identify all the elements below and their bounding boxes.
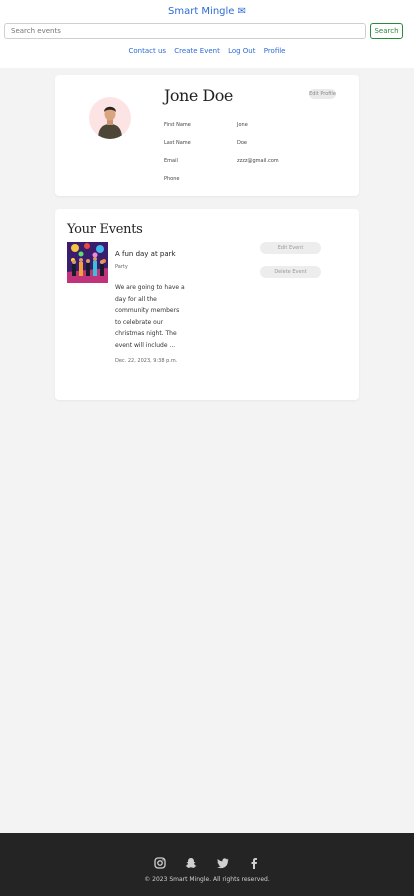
event-description: We are going to have a day for all the c… [115, 284, 185, 349]
delete-event-button[interactable]: Delete Event [260, 266, 321, 278]
profile-name: Jone Doe [164, 86, 233, 105]
instagram-icon[interactable] [154, 854, 167, 869]
event-image[interactable] [67, 242, 108, 283]
nav-log-out[interactable]: Log Out [228, 47, 255, 55]
copyright-text: © 2023 Smart Mingle. All rights reserved… [144, 876, 270, 883]
edit-profile-button[interactable]: Edit Profile [309, 89, 336, 99]
nav-contact-us[interactable]: Contact us [129, 47, 167, 55]
brand-title[interactable]: Smart Mingle ✉ [0, 6, 414, 17]
edit-event-button[interactable]: Edit Event [260, 242, 321, 254]
main-nav: Contact us Create Event Log Out Profile [0, 47, 414, 55]
twitter-icon[interactable] [216, 854, 229, 868]
avatar [89, 97, 131, 139]
events-card: Your Events A fun day at park Party We a… [55, 209, 359, 400]
nav-create-event[interactable]: Create Event [174, 47, 220, 55]
search-input[interactable] [4, 23, 366, 39]
events-title: Your Events [67, 222, 143, 237]
site-footer: © 2023 Smart Mingle. All rights reserved… [0, 833, 414, 896]
site-header: Smart Mingle ✉ Search Contact us Create … [0, 0, 414, 68]
facebook-icon[interactable] [248, 854, 260, 869]
snapchat-icon[interactable] [185, 854, 197, 868]
search-button[interactable]: Search [370, 23, 403, 39]
event-category: Party [115, 264, 128, 270]
profile-card: Jone Doe Edit Profile First Name Jone La… [55, 75, 359, 196]
social-links [0, 849, 414, 869]
phone-label: Phone [164, 176, 180, 182]
nav-profile[interactable]: Profile [264, 47, 286, 55]
event-date: Dec. 22, 2023, 9:38 p.m. [115, 358, 178, 364]
email-value: zzzz@gmail.com [237, 158, 279, 164]
search-bar: Search [4, 23, 410, 41]
event-title[interactable]: A fun day at park [115, 250, 176, 258]
email-label: Email [164, 158, 178, 164]
last-name-value: Doe [237, 140, 247, 146]
first-name-label: First Name [164, 122, 191, 128]
first-name-value: Jone [237, 122, 248, 128]
last-name-label: Last Name [164, 140, 191, 146]
